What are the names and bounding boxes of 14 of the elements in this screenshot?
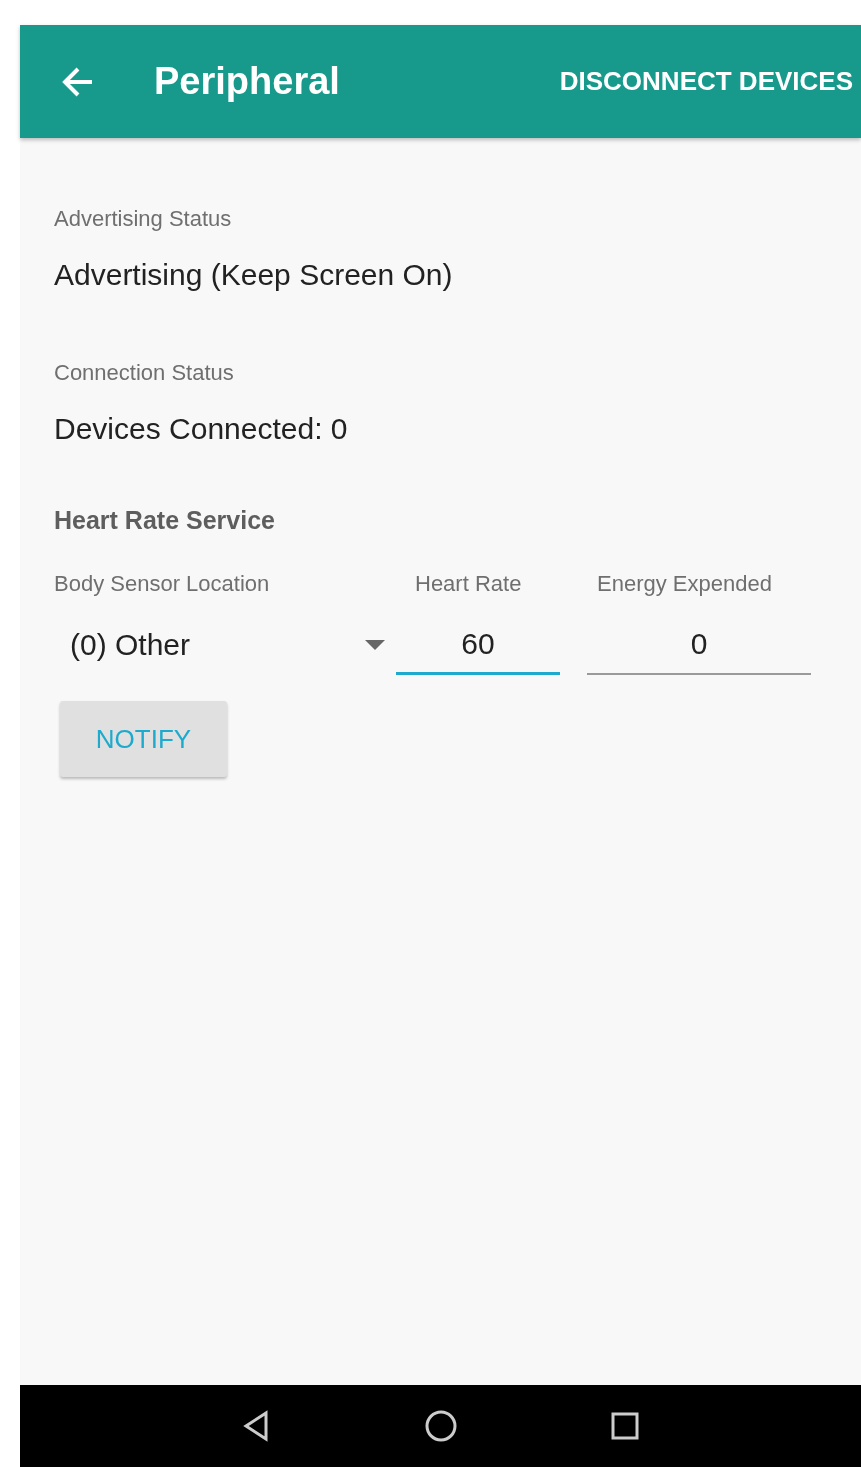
status-value: Advertising (Keep Screen On) [54,258,454,292]
number-field[interactable]: 0 [587,615,811,675]
status-value: Devices Connected: 0 [54,412,349,446]
field-label: Energy Expended [597,571,773,597]
field-label: Heart Rate [415,571,523,597]
section-label: Connection Status [54,360,235,386]
number-field[interactable]: 60 [396,615,560,675]
screen-title: Peripheral [154,60,341,103]
section-label: Advertising Status [54,206,233,232]
caret-icon [365,640,385,650]
location-dropdown[interactable]: (0) Other [54,615,385,675]
field-label: Body Sensor Location [54,571,271,597]
service-title: Heart Rate Service [54,506,276,535]
home-icon[interactable] [423,1409,458,1443]
